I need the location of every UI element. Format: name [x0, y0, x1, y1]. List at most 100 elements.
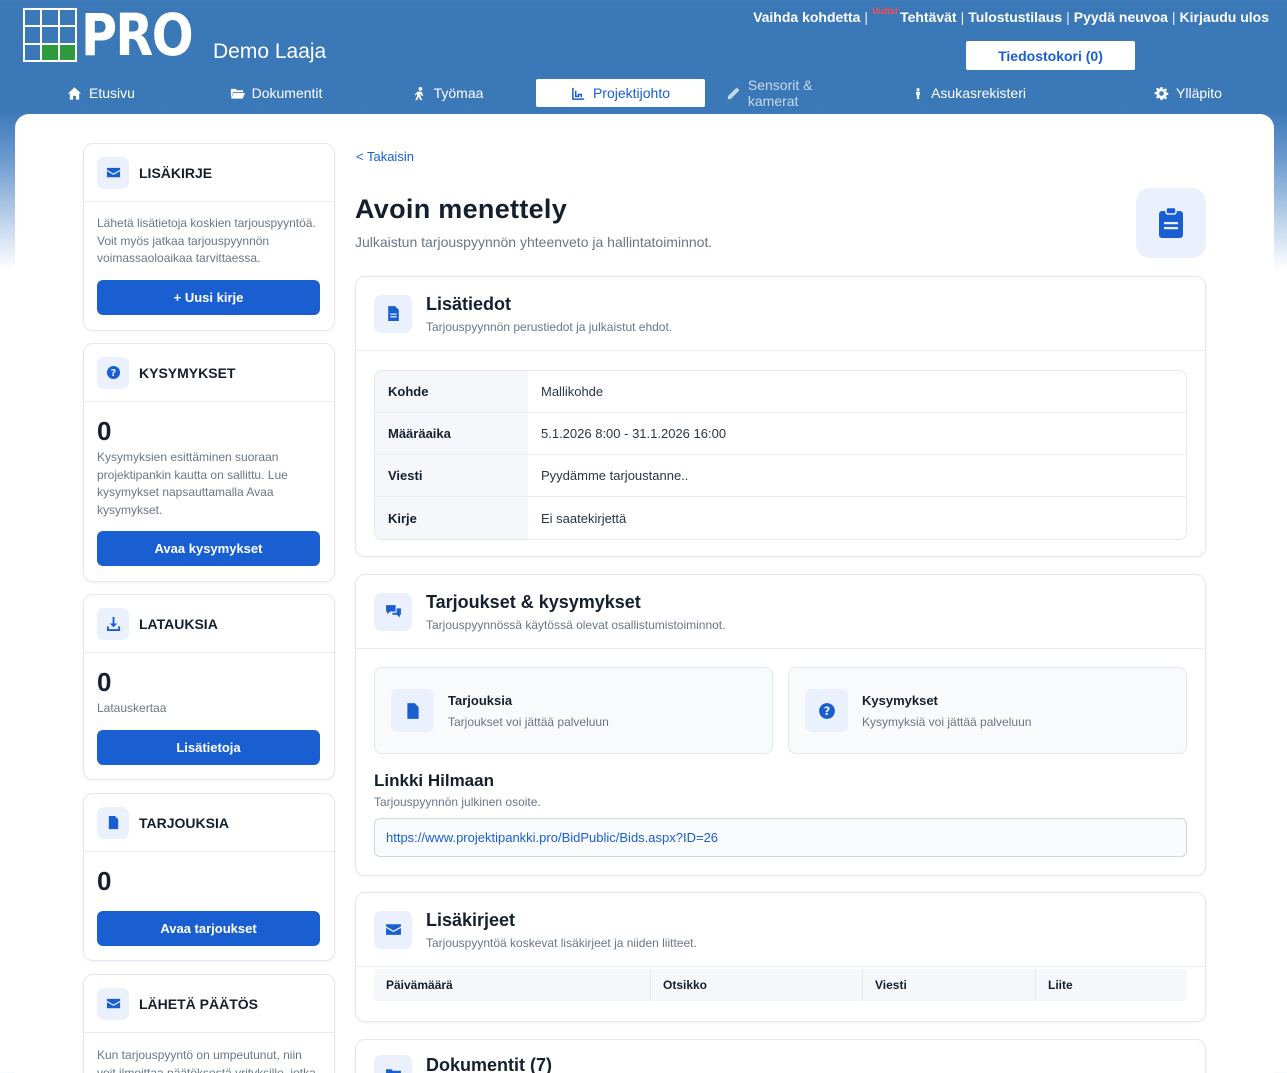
card-header: ? KYSYMYKSET: [84, 344, 334, 402]
nav-admin[interactable]: Ylläpito: [1153, 79, 1223, 107]
ask-help-link[interactable]: Pyydä neuvoa: [1074, 9, 1168, 25]
card-body: 0 Latauskertaa Lisätietoja: [84, 653, 334, 779]
card-heading: Lisätiedot Tarjouspyynnön perustiedot ja…: [426, 294, 672, 334]
card-text: Kun tarjouspyyntö on umpeutunut, niin vo…: [97, 1048, 316, 1073]
row-value: 5.1.2026 8:00 - 31.1.2026 16:00: [541, 426, 727, 441]
downloads-count: 0: [97, 667, 112, 697]
questions-option[interactable]: ? Kysymykset Kysymyksiä voi jättää palve…: [788, 667, 1187, 754]
pencil-icon: [727, 86, 740, 99]
print-order-link[interactable]: Tulostustilaus: [968, 9, 1062, 25]
sidebar-card-letter: LISÄKIRJE Lähetä lisätietoja koskien tar…: [83, 143, 335, 331]
sidebar-card-downloads: LATAUKSIA 0 Latauskertaa Lisätietoja: [83, 594, 335, 780]
card-title: LISÄKIRJE: [139, 164, 213, 181]
top-links: Vaihda kohdetta | Uutta! Tehtävät | Tulo…: [753, 6, 1269, 25]
folder-open-icon: [230, 88, 245, 99]
questions-count: 0: [97, 416, 112, 446]
option-title: Kysymykset: [862, 692, 938, 708]
nav-project-management[interactable]: Projektijohto: [536, 79, 705, 107]
worker-icon: [414, 86, 423, 100]
offers-count: 0: [97, 866, 112, 896]
row-key: Kirje: [375, 497, 528, 539]
envelope-icon: [374, 910, 412, 949]
new-badge: Uutta!: [872, 6, 899, 16]
document-icon: [374, 294, 412, 333]
letters-table-header: Päivämäärä Otsikko Viesti Liite: [374, 969, 1187, 1001]
nav-home[interactable]: Etusivu: [66, 79, 136, 107]
separator: |: [864, 9, 869, 25]
tasks-link[interactable]: Tehtävät: [900, 9, 957, 25]
card-body: 0 Kysymyksien esittäminen suoraan projek…: [84, 402, 334, 580]
page-subtitle: Julkaistun tarjouspyynnön yhteenveto ja …: [355, 234, 713, 250]
question-circle-icon: ?: [97, 356, 129, 389]
card-header: Dokumentit (7): [356, 1040, 1205, 1073]
table-row: Kohde Mallikohde: [375, 371, 1186, 413]
clipboard-icon: [1136, 188, 1206, 258]
svg-text:?: ?: [823, 704, 830, 717]
nav-project-management-label: Projektijohto: [592, 85, 671, 101]
card-title: LATAUKSIA: [139, 615, 218, 632]
chart-line-icon: [572, 87, 585, 100]
card-subtitle: Tarjouspyynnön perustiedot ja julkaistut…: [426, 319, 673, 334]
change-target-link[interactable]: Vaihda kohdetta: [753, 9, 860, 25]
nav-resident-registry-label: Asukasrekisteri: [931, 85, 1026, 101]
card-title[interactable]: Dokumentit (7): [426, 1055, 552, 1073]
nav-sensors[interactable]: Sensorit & kamerat: [726, 77, 866, 109]
main-nav: Etusivu Dokumentit Työmaa Projektijohto …: [0, 77, 1287, 109]
row-key: Kohde: [375, 371, 528, 412]
nav-documents-label: Dokumentit: [251, 85, 323, 101]
card-text: Lähetä lisätietoja koskien tarjouspyyntö…: [97, 216, 316, 265]
nav-sensors-label: Sensorit & kamerat: [747, 77, 813, 109]
back-link[interactable]: < Takaisin: [356, 149, 414, 164]
option-text: Tarjouksia Tarjoukset voi jättää palvelu…: [448, 693, 609, 729]
column-header[interactable]: Otsikko: [651, 969, 863, 1001]
offers-option[interactable]: Tarjouksia Tarjoukset voi jättää palvelu…: [374, 667, 773, 754]
card-header: Lisätiedot Tarjouspyynnön perustiedot ja…: [356, 277, 1205, 351]
new-letter-button[interactable]: + Uusi kirje: [97, 279, 320, 315]
card-subtitle: Tarjouspyyntöä koskevat lisäkirjeet ja n…: [426, 935, 697, 950]
card-title: LÄHETÄ PÄÄTÖS: [139, 995, 258, 1012]
column-header[interactable]: Päivämäärä: [374, 969, 651, 1001]
svg-text:?: ?: [110, 368, 115, 379]
card-heading: Lisäkirjeet Tarjouspyyntöä koskevat lisä…: [426, 910, 697, 950]
sidebar-card-questions: ? KYSYMYKSET 0 Kysymyksien esittäminen s…: [83, 343, 335, 582]
table-row: Viesti Pyydämme tarjoustanne..: [375, 455, 1186, 497]
row-value: Mallikohde: [541, 384, 604, 399]
nav-worksite[interactable]: Työmaa: [410, 79, 485, 107]
card-title: Lisäkirjeet: [426, 909, 516, 930]
nav-documents[interactable]: Dokumentit: [226, 79, 326, 107]
more-info-button[interactable]: Lisätietoja: [97, 729, 320, 765]
comments-icon: [374, 592, 412, 631]
card-title: Lisätiedot: [426, 293, 512, 314]
nav-resident-registry[interactable]: Asukasrekisteri: [912, 79, 1026, 107]
public-url-field[interactable]: https://www.projektipankki.pro/BidPublic…: [374, 818, 1187, 857]
nav-admin-label: Ylläpito: [1176, 85, 1222, 101]
card-heading: Tarjoukset & kysymykset Tarjouspyynnössä…: [426, 592, 725, 632]
open-questions-button[interactable]: Avaa kysymykset: [97, 531, 320, 566]
column-header[interactable]: Viesti: [863, 969, 1036, 1001]
pro-logo[interactable]: PRO: [23, 6, 211, 64]
envelope-icon: [97, 987, 129, 1020]
link-subtitle: Tarjouspyynnön julkinen osoite.: [374, 795, 541, 809]
card-header: LATAUKSIA: [84, 595, 334, 653]
card-header: Lisäkirjeet Tarjouspyyntöä koskevat lisä…: [356, 893, 1205, 967]
nav-home-label: Etusivu: [89, 85, 135, 101]
separator: |: [960, 9, 965, 25]
card-header: Tarjoukset & kysymykset Tarjouspyynnössä…: [356, 575, 1205, 649]
card-text: Latauskertaa: [97, 701, 167, 715]
file-icon: [391, 689, 434, 732]
column-header[interactable]: Liite: [1036, 969, 1187, 1001]
open-offers-button[interactable]: Avaa tarjoukset: [97, 911, 320, 946]
page-title: Avoin menettely: [355, 194, 568, 224]
person-icon: [916, 87, 920, 99]
logout-link[interactable]: Kirjaudu ulos: [1180, 9, 1269, 25]
envelope-icon: [97, 156, 129, 189]
nav-worksite-label: Työmaa: [433, 85, 484, 101]
file-icon: [97, 806, 129, 839]
file-basket-button[interactable]: Tiedostokori (0): [966, 41, 1135, 70]
card-text: Kysymyksien esittäminen suoraan projekti…: [97, 450, 288, 517]
documents-card: Dokumentit (7): [355, 1039, 1206, 1073]
row-value: Pyydämme tarjoustanne..: [541, 468, 689, 483]
row-key: Määräaika: [375, 413, 528, 454]
card-body: Kun tarjouspyyntö on umpeutunut, niin vo…: [84, 1033, 334, 1073]
card-header: LÄHETÄ PÄÄTÖS: [84, 975, 334, 1033]
